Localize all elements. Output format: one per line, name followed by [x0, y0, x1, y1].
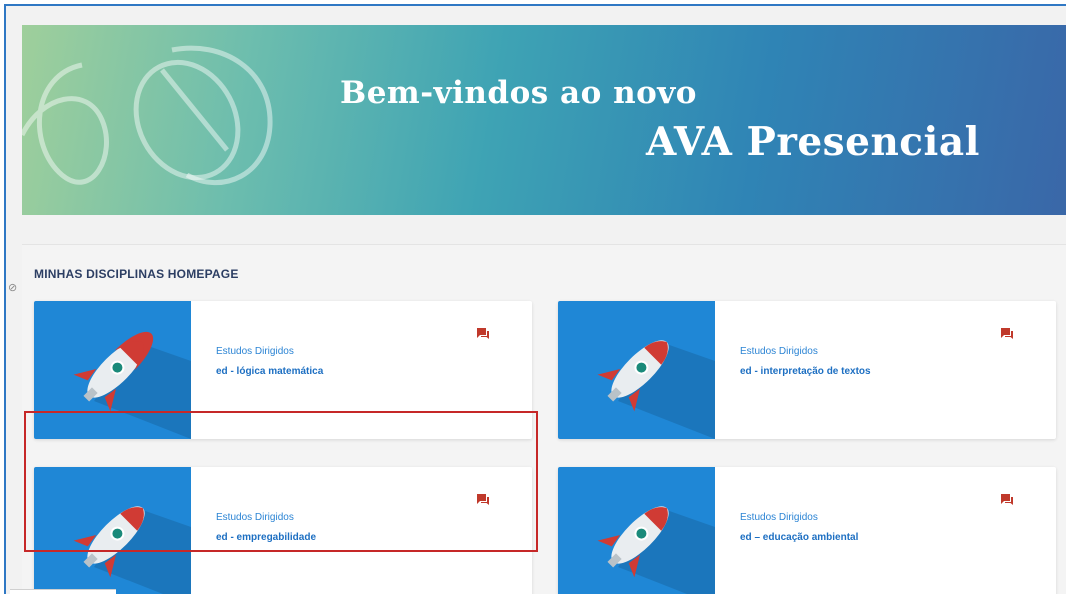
highlight-box: [24, 411, 538, 552]
course-card[interactable]: Estudos Dirigidos ed – educação ambienta…: [558, 467, 1056, 594]
rocket-icon: [597, 506, 715, 594]
chat-icon[interactable]: [1000, 493, 1014, 507]
chat-icon[interactable]: [476, 327, 490, 341]
banner-title-line1: Bem-vindos ao novo: [340, 75, 697, 111]
course-category: Estudos Dirigidos: [740, 346, 818, 357]
course-image[interactable]: [558, 301, 715, 439]
course-name-link[interactable]: ed - interpretação de textos: [740, 366, 871, 377]
logo-watermark-icon: [22, 45, 273, 186]
course-image[interactable]: [558, 467, 715, 594]
course-name-link[interactable]: ed - lógica matemática: [216, 366, 323, 377]
course-card[interactable]: Estudos Dirigidos ed - interpretação de …: [558, 301, 1056, 439]
course-name-link[interactable]: ed – educação ambiental: [740, 532, 858, 543]
edit-icon[interactable]: ⊘: [8, 281, 17, 294]
course-category: Estudos Dirigidos: [216, 346, 294, 357]
chat-icon[interactable]: [1000, 327, 1014, 341]
rocket-icon: [597, 340, 715, 439]
welcome-banner: Bem-vindos ao novo AVA Presencial: [22, 25, 1066, 215]
banner-title-line2: AVA Presencial: [646, 119, 980, 165]
bottom-tab: [10, 589, 116, 595]
section-title: MINHAS DISCIPLINAS HOMEPAGE: [34, 267, 239, 281]
course-category: Estudos Dirigidos: [740, 512, 818, 523]
